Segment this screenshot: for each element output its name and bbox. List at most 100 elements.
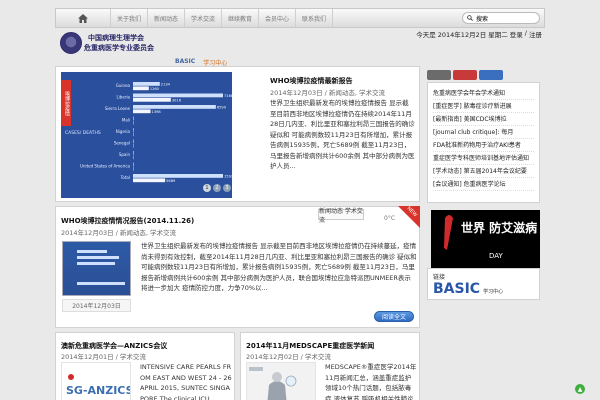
featured-body: 世界卫生组织最新发布的埃博拉疫情报告 显示截至目前西非地区埃博拉疫情仍在持续20… [270, 99, 415, 170]
chart-bar-cases [133, 82, 160, 86]
society-logo[interactable] [60, 32, 82, 54]
thumbnail-date: 2014年12月03日 [62, 299, 131, 312]
org-name-line2: 危重病医学专业委员会 [84, 44, 154, 52]
basic-logo-text: BASIC [433, 281, 481, 297]
slider-pager: 1 2 3 4 5 [203, 184, 232, 192]
search-icon[interactable] [467, 15, 473, 21]
chart-value-label: 5689 [166, 179, 176, 183]
chart-bar-cases [133, 93, 223, 98]
sidebar-list: 危重病医学会年会学术通知 [重症医学] 脓毒症诊疗新进展 [最新指南] 美国CD… [427, 82, 540, 203]
sidebar-basic-widget: 链接 BASIC 学习中心 [427, 268, 540, 300]
sidebar-item[interactable]: [会议通知] 危重病医学论坛 [433, 178, 534, 191]
bottom-article-meta: 2014年12月02日 / 学术交流 [246, 353, 331, 361]
page: 关于我们 新闻动态 学术交流 继续教育 会员中心 联系我们 中国病理生理学会 危… [0, 0, 600, 400]
article-title[interactable]: WHO埃博拉疫情情况报告(2014.11.26) [61, 216, 194, 226]
sidebar-tab-1[interactable] [427, 70, 451, 80]
nav-item-contact[interactable]: 联系我们 [296, 9, 333, 27]
medscape-thumbnail[interactable] [246, 362, 316, 400]
nav-item-about[interactable]: 关于我们 [111, 9, 148, 27]
anzics-logo-thumbnail[interactable]: SG-ANZICS [61, 362, 134, 400]
header-date: 今天是 2014年12月2日 星期二 [416, 31, 508, 39]
chart-category-label: Guinea [116, 83, 131, 88]
chart-value-label: 1260 [150, 87, 160, 91]
chart-value-label: 1398 [152, 110, 162, 114]
chart-bar-deaths [133, 97, 171, 102]
featured-article: CASES/ DEATHS Guinea 21341260 Liberia 7168 30… [55, 66, 420, 202]
sidebar-tab-2[interactable] [453, 70, 477, 80]
thumbnail-chart-image [77, 250, 125, 285]
nav-item-education[interactable]: 继续教育 [222, 9, 259, 27]
sidebar-item[interactable]: 重症医学专科医师培训基地评估通知 [433, 152, 534, 165]
pager-dot-3[interactable]: 3 [223, 184, 231, 192]
chart-bar-cases [133, 174, 223, 178]
pager-dot-1[interactable]: 1 [203, 184, 211, 192]
search-input[interactable] [476, 14, 536, 22]
sidebar-item[interactable]: 危重病医学会年会学术通知 [433, 87, 534, 100]
chart-bar-cases [133, 105, 216, 109]
org-name-line1: 中国病理生理学会 [88, 34, 144, 42]
aids-day-artwork: 世界 防艾滋病 日 DAY [444, 215, 540, 260]
search-box[interactable] [462, 12, 540, 24]
chart-value-label: 6599 [217, 106, 227, 110]
weather-temp: 0°C [384, 215, 396, 222]
nav-home[interactable] [56, 9, 111, 27]
chart-category-label: Senegal [114, 141, 130, 146]
nav-item-news[interactable]: 新闻动态 [148, 9, 185, 27]
sidebar-item[interactable]: [学术动态] 第五届2014年会议纪要 [433, 165, 534, 178]
read-more-button[interactable]: 阅读全文 [374, 311, 414, 322]
bottom-article-title[interactable]: 2014年11月MEDSCAPE重症医学新闻 [246, 341, 374, 351]
chart-category-label: Nigeria [116, 129, 131, 134]
register-link[interactable]: 注册 [529, 29, 542, 39]
world-aids-day-banner[interactable]: 世界 防艾滋病 日 DAY [431, 210, 540, 268]
bottom-article-meta: 2014年12月01日 / 学术交流 [61, 353, 146, 361]
chart-category-label: Liberia [116, 95, 130, 100]
anzics-logo-text: SG-ANZICS [66, 384, 130, 397]
featured-title[interactable]: WHO埃博拉疫情最新报告 [270, 76, 353, 86]
chart-bar-deaths [133, 86, 149, 91]
chart-category-label: Total [120, 175, 130, 180]
article-category-tag: 新闻动态 学术交流 [318, 207, 364, 224]
header-info: 今天是 2014年12月2日 星期二 登录 / 注册 [416, 29, 542, 39]
nav-item-academic[interactable]: 学术交流 [185, 9, 222, 27]
sidebar-item[interactable]: FDA批准新药物用于治疗AKI患者 [433, 139, 534, 152]
anzics-logo-image: SG-ANZICS [66, 374, 134, 397]
pager-dot-2[interactable]: 2 [213, 184, 221, 192]
chart-bar-cases [133, 139, 134, 144]
sidebar-tabs [427, 70, 503, 80]
chart-category-label: Mali [122, 118, 130, 123]
chart-value-label: 2134 [161, 83, 171, 87]
chart-category-label: United States of America [80, 164, 131, 169]
sidebar-item[interactable]: [最新指南] 美国CDC埃博拉 [433, 113, 534, 126]
chart-value-label: 3016 [172, 98, 182, 102]
article-thumbnail[interactable] [62, 241, 131, 296]
arrow-up-icon: ▲ [577, 385, 583, 393]
featured-chart[interactable]: CASES/ DEATHS Guinea 21341260 Liberia 7168 30… [61, 72, 232, 198]
basic-logo-sub: 学习中心 [483, 289, 504, 295]
sidebar-item[interactable]: [重症医学] 脓毒症诊疗新进展 [433, 100, 534, 113]
sidebar-item[interactable]: [journal club critique]: 每月 [433, 126, 534, 139]
chart-bar-cases [133, 151, 134, 155]
featured-meta: 2014年12月03日 / 新闻动态, 学术交流 [270, 89, 386, 97]
chart-category-label: Sierra Leone [105, 106, 131, 111]
nav-item-members[interactable]: 会员中心 [259, 9, 296, 27]
home-icon [78, 13, 88, 23]
ebola-bar-chart: CASES/ DEATHS Guinea 21341260 Liberia 7168 30… [65, 82, 232, 183]
article-body: 世界卫生组织最新发布的埃博拉疫情报告 显示截至目前西非地区埃博拉疫情仍在持续蔓延… [141, 242, 417, 292]
basic-logo[interactable]: BASIC 学习中心 [433, 281, 503, 297]
top-nav: 关于我们 新闻动态 学术交流 继续教育 会员中心 联系我们 [55, 8, 545, 28]
chart-value-label: 15935 [224, 175, 232, 179]
back-to-top-button[interactable]: ▲ [575, 384, 585, 394]
banner-day: DAY [489, 252, 504, 260]
chart-bar-cases [133, 128, 134, 132]
chart-bar-deaths [133, 178, 166, 183]
bottom-article-title[interactable]: 澳新危重病医学会—ANZICS会议 [61, 341, 167, 351]
login-link[interactable]: 登录 [510, 29, 523, 39]
bottom-article-body: INTENSIVE CARE PEARLS FROM EAST AND WEST… [140, 363, 232, 400]
sidebar-tab-3[interactable] [479, 70, 503, 80]
chart-bar-deaths [133, 109, 151, 114]
bottom-article-1: 澳新危重病医学会—ANZICS会议 2014年12月01日 / 学术交流 SG-… [55, 332, 235, 400]
chart-bar-cases [133, 116, 134, 121]
chart-bar-cases [133, 162, 134, 167]
featured-ribbon: 埃博拉疫情 [61, 80, 71, 126]
banner-text: 世界 防艾滋病 日 [461, 220, 540, 235]
